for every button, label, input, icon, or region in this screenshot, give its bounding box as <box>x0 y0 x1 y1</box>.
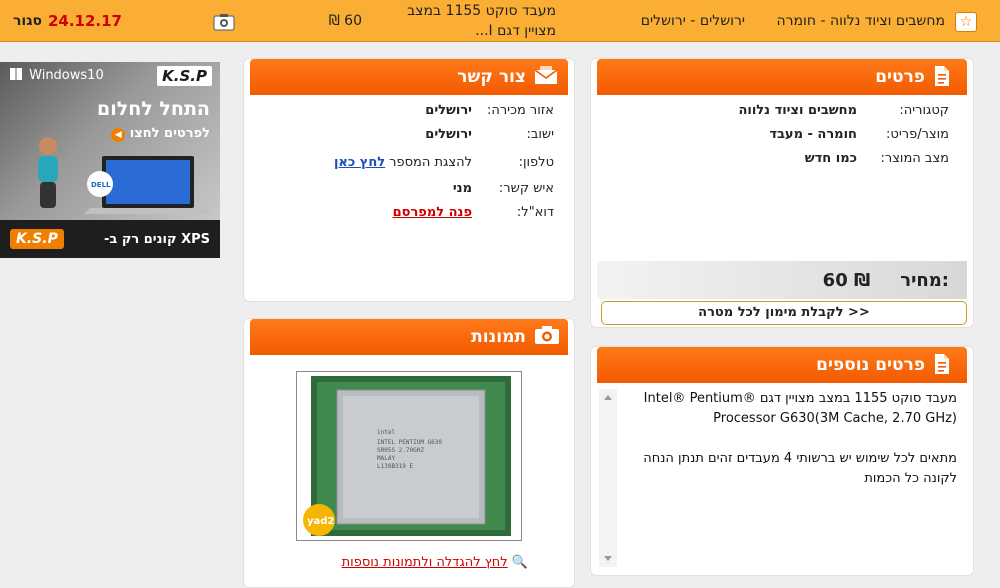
product-photo[interactable]: intel INTEL PENTIUM G630 SR05S 2.70GHZ M… <box>296 371 522 541</box>
description-line-2: מתאים לכל שימוש יש ברשותי 4 מעבדים זהים … <box>643 451 957 486</box>
detail-row-category: קטגוריה: מחשבים וציוד נלווה <box>601 103 949 125</box>
contact-row-email: דוא"ל: פנה למפרסם <box>254 205 554 227</box>
contact-row-area: אזור מכירה: ירושלים <box>254 103 554 125</box>
details-header: פרטים <box>597 59 967 95</box>
climber-figure <box>38 137 58 208</box>
details-title: פרטים <box>875 67 925 87</box>
photos-panel: תמונות intel INTEL PENTIUM G630 SR05S 2.… <box>243 318 575 588</box>
detail-label: מוצר/פריט: <box>886 127 949 142</box>
ksp-logo: K.S.P <box>157 66 212 86</box>
scrollbar[interactable] <box>599 389 617 567</box>
topbar-title: מעבד סוקט 1155 במצב מצויין דגם I... <box>407 3 556 39</box>
document-icon <box>933 65 955 89</box>
contact-row-person: איש קשר: מני <box>254 181 554 203</box>
ad-subline: לפרטים לחצו ◀ <box>80 126 210 142</box>
contact-label: איש קשר: <box>498 181 554 196</box>
contact-header: צור קשר <box>250 59 568 95</box>
svg-text:L138B319 E: L138B319 E <box>377 463 414 470</box>
more-details-title: פרטים נוספים <box>816 355 925 375</box>
description-line-1: מעבד סוקט 1155 במצב מצויין דגם Intel® Pe… <box>643 391 957 426</box>
contact-value: מני <box>452 181 472 196</box>
topbar-date: 24.12.17 <box>47 12 122 30</box>
contact-label: אזור מכירה: <box>486 103 554 118</box>
detail-label: מצב המוצר: <box>880 151 950 166</box>
more-photos-link[interactable]: לחץ להגדלה ולתמונות נוספות <box>342 555 508 570</box>
svg-text:INTEL PENTIUM G630: INTEL PENTIUM G630 <box>377 439 442 446</box>
contact-panel: צור קשר אזור מכירה: ירושלים ישוב: ירושלי… <box>243 58 575 302</box>
price-label: מחיר: <box>900 269 949 291</box>
camera-icon[interactable] <box>213 12 235 32</box>
price-strip: 60 ₪ מחיר: <box>597 261 967 299</box>
detail-value: כמו חדש <box>804 151 857 166</box>
ksp-logo-small: K.S.P <box>10 229 64 249</box>
more-photos-row: 🔍 לחץ להגדלה ולתמונות נוספות <box>308 555 528 570</box>
detail-row-condition: מצב המוצר: כמו חדש <box>601 151 949 173</box>
detail-value: מחשבים וציוד נלווה <box>738 103 857 118</box>
topbar-location: ירושלים - ירושלים <box>640 13 745 29</box>
finance-button[interactable]: לקבלת מימון לכל מטרה >> <box>601 301 967 325</box>
ad-bottom-strip: K.S.P XPS קונים רק ב- <box>0 220 220 258</box>
contact-value: ירושלים <box>425 127 472 142</box>
contact-label: דוא"ל: <box>516 205 554 220</box>
contact-label: ישוב: <box>526 127 554 142</box>
windows-brand-text: Windows10 <box>29 68 104 83</box>
detail-row-item: מוצר/פריט: חומרה - מעבד <box>601 127 949 149</box>
favorite-star-icon[interactable]: ☆ <box>955 12 977 32</box>
ad-bottom-text: XPS קונים רק ב- <box>103 231 210 247</box>
camera-icon <box>534 325 559 349</box>
phone-text: להצגת המספר <box>389 155 472 170</box>
contact-advertiser-link[interactable]: פנה למפרסם <box>393 205 472 227</box>
document-icon <box>933 353 955 377</box>
advertisement-banner[interactable]: Windows10 K.S.P התחל לחלום לפרטים לחצו ◀… <box>0 62 220 258</box>
svg-text:MALAY: MALAY <box>377 455 395 462</box>
more-details-scroll-area[interactable]: מעבד סוקט 1155 במצב מצויין דגם Intel® Pe… <box>599 389 967 567</box>
contact-label: טלפון: <box>518 155 554 170</box>
contact-title: צור קשר <box>457 67 526 87</box>
topbar-price: 60 ₪ <box>328 13 362 29</box>
play-arrow-icon: ◀ <box>111 128 126 142</box>
topbar-category: מחשבים וציוד נלווה - חומרה <box>776 13 945 29</box>
more-details-text: מעבד סוקט 1155 במצב מצויין דגם Intel® Pe… <box>625 389 957 489</box>
detail-value: חומרה - מעבד <box>769 127 857 142</box>
close-button[interactable]: סגור <box>2 0 42 42</box>
ad-headline: התחל לחלום <box>97 98 210 120</box>
price-value: 60 ₪ <box>822 269 871 291</box>
dell-logo: DELL <box>91 181 111 189</box>
show-phone-link[interactable]: לחץ כאן <box>334 155 385 177</box>
envelope-icon <box>534 65 558 89</box>
photos-title: תמונות <box>471 327 526 347</box>
detail-label: קטגוריה: <box>899 103 949 118</box>
scroll-up-arrow-icon[interactable] <box>604 395 612 400</box>
laptop-image: DELL <box>84 156 212 214</box>
zoom-icon[interactable]: 🔍 <box>512 555 528 570</box>
more-details-header: פרטים נוספים <box>597 347 967 383</box>
contact-row-city: ישוב: ירושלים <box>254 127 554 149</box>
photos-header: תמונות <box>250 319 568 355</box>
details-panel: פרטים קטגוריה: מחשבים וציוד נלווה מוצר/פ… <box>590 58 974 328</box>
contact-row-phone: טלפון: להצגת המספר לחץ כאן <box>254 155 554 177</box>
top-summary-bar: ☆ מחשבים וציוד נלווה - חומרה ירושלים - י… <box>0 0 1000 42</box>
contact-value: ירושלים <box>425 103 472 118</box>
svg-text:intel: intel <box>377 429 395 436</box>
more-details-panel: פרטים נוספים מעבד סוקט 1155 במצב מצויין … <box>590 346 974 576</box>
scroll-down-arrow-icon[interactable] <box>604 556 612 561</box>
yad2-watermark: yad2 <box>307 516 334 527</box>
svg-text:SR05S 2.70GHZ: SR05S 2.70GHZ <box>377 447 424 454</box>
windows-icon <box>10 68 22 80</box>
windows-logo: Windows10 <box>10 68 104 83</box>
